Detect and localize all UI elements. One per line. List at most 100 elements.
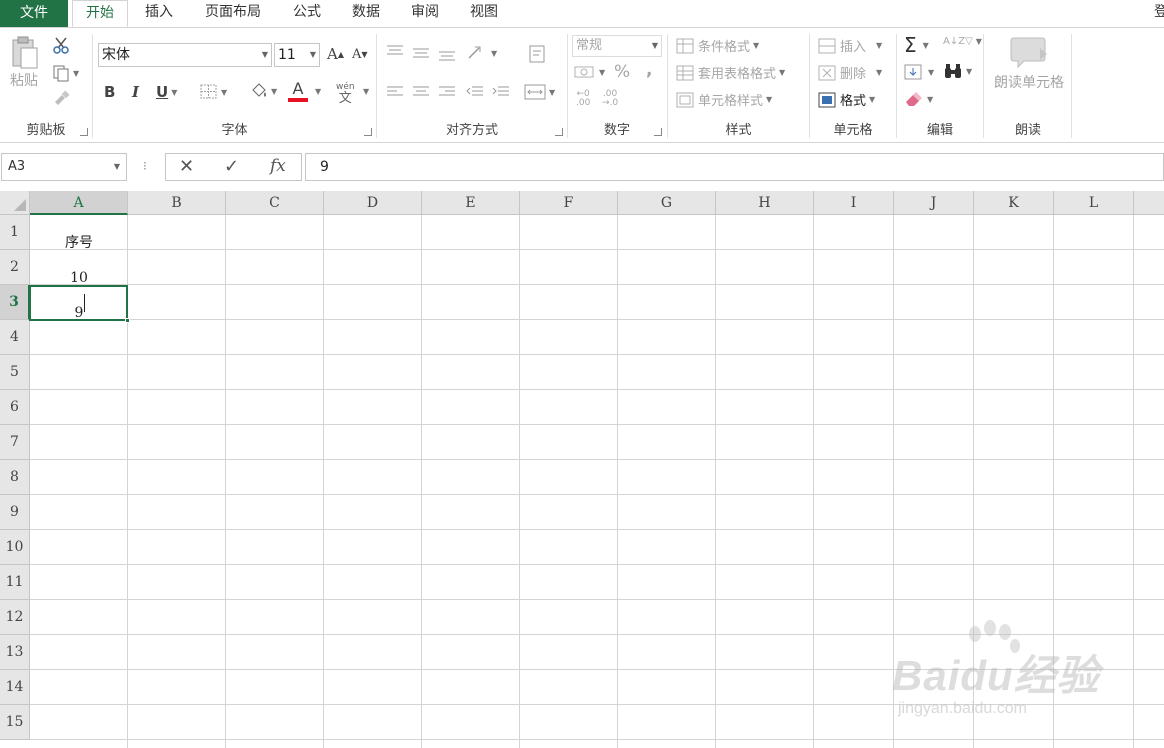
conditional-format-icon — [676, 38, 694, 53]
column-header-k[interactable]: K — [974, 191, 1054, 215]
align-right-icon[interactable] — [438, 85, 456, 99]
align-bottom-icon[interactable] — [438, 48, 456, 62]
column-header-c[interactable]: C — [226, 191, 324, 215]
decrease-decimal-icon[interactable]: .00 →.0 — [602, 90, 618, 108]
underline-button[interactable]: U ▼ — [156, 83, 177, 101]
currency-icon[interactable]: ▼ — [574, 64, 605, 80]
tab-view[interactable]: 视图 — [456, 0, 512, 27]
alignment-launcher-icon[interactable] — [555, 128, 563, 136]
column-header-f[interactable]: F — [520, 191, 618, 215]
clear-button[interactable]: ▼ — [904, 91, 933, 107]
format-as-table-button[interactable]: 套用表格格式 ▼ — [676, 63, 785, 82]
fill-button[interactable]: ▼ — [904, 64, 934, 80]
row-header-13[interactable]: 13 — [0, 635, 30, 670]
font-size-select[interactable]: 11 ▼ — [274, 43, 320, 67]
tab-page-layout[interactable]: 页面布局 — [193, 0, 273, 27]
row-header-9[interactable]: 9 — [0, 495, 30, 530]
row-header-12[interactable]: 12 — [0, 600, 30, 635]
phonetic-button[interactable]: wén 文 — [336, 82, 355, 106]
shrink-font-button[interactable]: A ▼ — [352, 47, 368, 62]
cancel-icon[interactable]: ✕ — [179, 156, 194, 177]
comma-button[interactable]: , — [646, 60, 652, 80]
column-header-d[interactable]: D — [324, 191, 422, 215]
tab-insert[interactable]: 插入 — [132, 0, 186, 27]
font-color-dropdown[interactable]: ▼ — [312, 87, 321, 96]
orientation-icon[interactable]: ▼ — [466, 44, 497, 62]
row-header-2[interactable]: 2 — [0, 250, 30, 285]
align-middle-icon[interactable] — [412, 46, 430, 60]
font-name-select[interactable]: 宋体 ▼ — [98, 43, 272, 67]
name-box[interactable]: A3 ▼ — [1, 153, 127, 181]
number-launcher-icon[interactable] — [654, 128, 662, 136]
tab-review[interactable]: 审阅 — [398, 0, 452, 27]
insert-function-icon[interactable]: fx — [270, 156, 286, 176]
row-header-15[interactable]: 15 — [0, 705, 30, 740]
align-center-icon[interactable] — [412, 85, 430, 99]
column-header-g[interactable]: G — [618, 191, 716, 215]
file-tab[interactable]: 文件 — [0, 0, 68, 27]
align-top-icon[interactable] — [386, 44, 404, 58]
paste-button[interactable]: 粘贴 — [6, 36, 42, 90]
column-header-j[interactable]: J — [894, 191, 974, 215]
column-header-h[interactable]: H — [716, 191, 814, 215]
cell-a1[interactable]: 序号 — [31, 226, 127, 260]
phonetic-dropdown[interactable]: ▼ — [360, 87, 369, 96]
formula-buttons: ✕ ✓ fx — [165, 153, 302, 181]
percent-button[interactable]: % — [614, 62, 630, 82]
bold-button[interactable]: B — [104, 83, 115, 101]
cut-icon[interactable] — [52, 36, 70, 54]
border-button[interactable]: ▼ — [200, 84, 227, 100]
number-format-select[interactable]: 常规 ▼ — [572, 35, 662, 57]
cell-styles-button[interactable]: 单元格样式 ▼ — [676, 90, 772, 109]
row-header-14[interactable]: 14 — [0, 670, 30, 705]
row-header-8[interactable]: 8 — [0, 460, 30, 495]
row-header-4[interactable]: 4 — [0, 320, 30, 355]
find-select-button[interactable]: ▼ — [943, 62, 972, 80]
formula-input[interactable]: 9 — [305, 153, 1164, 181]
column-header-b[interactable]: B — [128, 191, 226, 215]
increase-indent-icon[interactable] — [492, 85, 510, 99]
select-all-button[interactable] — [0, 191, 30, 215]
align-left-icon[interactable] — [386, 85, 404, 99]
fill-handle[interactable] — [125, 318, 130, 323]
row-header-10[interactable]: 10 — [0, 530, 30, 565]
tab-home[interactable]: 开始 — [72, 0, 128, 27]
worksheet-grid[interactable]: ABCDEFGHIJKL 1 2 3 4 5 6 7 8 9 10 11 12 13 14 15 序号 10… — [0, 191, 1164, 748]
merge-center-icon[interactable]: ▼ — [524, 84, 555, 100]
tab-data[interactable]: 数据 — [338, 0, 394, 27]
autosum-button[interactable]: Σ ▼ — [904, 33, 929, 57]
delete-cells-button[interactable]: 删除 ▼ — [818, 63, 882, 82]
format-painter-icon[interactable] — [52, 90, 72, 106]
font-launcher-icon[interactable] — [364, 128, 372, 136]
copy-icon[interactable]: ▼ — [52, 64, 79, 82]
tab-formulas[interactable]: 公式 — [280, 0, 334, 27]
column-header-i[interactable]: I — [814, 191, 894, 215]
row-header-7[interactable]: 7 — [0, 425, 30, 460]
row-header-6[interactable]: 6 — [0, 390, 30, 425]
row-header-1[interactable]: 1 — [0, 215, 30, 250]
fill-color-button[interactable]: ▼ — [250, 82, 277, 100]
column-header-e[interactable]: E — [422, 191, 520, 215]
row-header-5[interactable]: 5 — [0, 355, 30, 390]
conditional-format-button[interactable]: 条件格式 ▼ — [676, 36, 759, 55]
column-header-m[interactable] — [1134, 191, 1164, 215]
column-header-a[interactable]: A — [30, 191, 128, 215]
insert-cells-button[interactable]: 插入 ▼ — [818, 36, 882, 55]
clipboard-launcher-icon[interactable] — [80, 128, 88, 136]
row-header-3[interactable]: 3 — [0, 285, 30, 320]
enter-icon[interactable]: ✓ — [224, 156, 239, 177]
decrease-indent-icon[interactable] — [466, 85, 484, 99]
increase-decimal-icon[interactable]: ←0.00 — [576, 90, 590, 108]
format-cells-label: 格式 — [840, 94, 867, 109]
row-header-11[interactable]: 11 — [0, 565, 30, 600]
column-header-l[interactable]: L — [1054, 191, 1134, 215]
format-cells-button[interactable]: 格式 ▼ — [818, 90, 875, 109]
grow-font-button[interactable]: A ▲ — [327, 45, 344, 63]
italic-button[interactable]: I — [132, 83, 139, 101]
font-color-button[interactable]: A — [288, 80, 308, 102]
login-link[interactable]: 登 — [1154, 0, 1164, 25]
more-icon[interactable]: ⁝ — [143, 159, 147, 173]
read-cell-button[interactable]: 朗读单元格 — [990, 36, 1068, 92]
sort-filter-button[interactable]: A↓Z▽ ▼ — [943, 36, 982, 47]
wrap-text-icon[interactable] — [528, 44, 548, 64]
